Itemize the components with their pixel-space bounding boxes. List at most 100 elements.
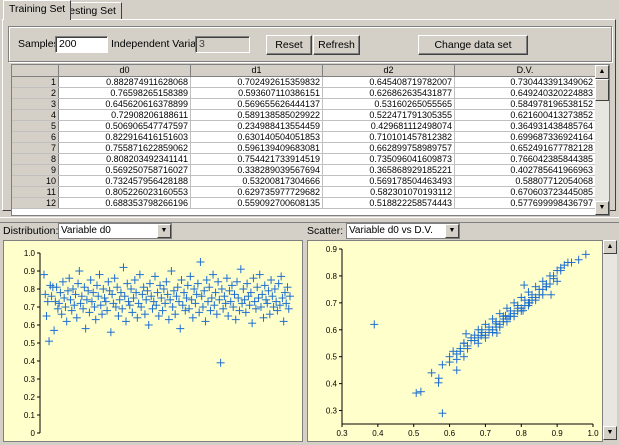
table-row[interactable]: 3 0.645620616378899 0.569655626444137 0.531… xyxy=(12,98,596,110)
table-row[interactable]: 11 0.805226023160553 0.629735977729682 0.58… xyxy=(12,186,596,198)
table-row[interactable]: 5 0.506906547747597 0.234988413554459 0.429… xyxy=(12,120,596,132)
table-row[interactable]: 7 0.755871622859062 0.596139409683081 0.662… xyxy=(12,142,596,154)
table-cell[interactable]: 0.569178504463493 xyxy=(322,175,455,187)
table-cell[interactable]: 0.58807712054068 xyxy=(454,175,596,187)
data-point xyxy=(214,277,223,286)
data-point xyxy=(92,281,101,290)
scroll-down-icon[interactable]: ▼ xyxy=(603,426,617,440)
data-point xyxy=(416,387,425,396)
data-point xyxy=(50,326,59,335)
table-cell[interactable]: 0.670603723445085 xyxy=(454,186,596,198)
table-cell[interactable]: 0.710101457812382 xyxy=(322,131,455,143)
table-cell[interactable]: 0.518822258574443 xyxy=(322,197,455,209)
table-row[interactable]: 1 0.882874911628068 0.702492615359832 0.645… xyxy=(12,76,596,88)
table-cell[interactable]: 0.72908206188611 xyxy=(58,109,191,121)
table-cell[interactable]: 0.822916416151603 xyxy=(58,131,191,143)
data-point xyxy=(56,288,65,297)
table-cell[interactable]: 0.805226023160553 xyxy=(58,186,191,198)
data-point xyxy=(113,283,122,292)
table-cell[interactable]: 0.652491677782128 xyxy=(454,142,596,154)
lower-pane-scrollbar[interactable]: ▲ ▼ xyxy=(603,240,617,440)
column-header-d1[interactable]: d1 xyxy=(190,65,323,77)
table-row[interactable]: 8 0.808203492341141 0.754421733914519 0.735… xyxy=(12,153,596,165)
table-cell[interactable]: 0.766042385844385 xyxy=(454,153,596,165)
table-cell[interactable]: 0.596139409683081 xyxy=(190,142,323,154)
table-row[interactable]: 4 0.72908206188611 0.589138585029922 0.5224… xyxy=(12,109,596,121)
tab-training-set[interactable]: Training Set xyxy=(3,0,72,20)
table-cell[interactable]: 0.808203492341141 xyxy=(58,153,191,165)
table-cell[interactable]: 0.365868929185221 xyxy=(322,164,455,176)
table-cell[interactable]: 0.506906547747597 xyxy=(58,120,191,132)
scroll-thumb[interactable] xyxy=(595,79,609,101)
change-data-set-button[interactable]: Change data set xyxy=(418,35,528,55)
table-cell[interactable]: 0.755871622859062 xyxy=(58,142,191,154)
scroll-up-icon[interactable]: ▲ xyxy=(603,240,617,254)
y-tick-label: 0.4 xyxy=(326,380,338,389)
table-cell[interactable]: 0.53160265055565 xyxy=(322,98,455,110)
table-cell[interactable]: 0.662899758989757 xyxy=(322,142,455,154)
table-cell[interactable]: 0.626862635431877 xyxy=(322,87,455,99)
table-cell[interactable]: 0.53200817304666 xyxy=(190,175,323,187)
table-cell[interactable]: 0.754421733914519 xyxy=(190,153,323,165)
chevron-down-icon[interactable]: ▼ xyxy=(445,224,459,238)
data-point xyxy=(253,283,262,292)
data-grid[interactable]: d0 d1 d2 D.V. 1 0.882874911628068 0.702492… xyxy=(11,64,610,216)
scroll-down-icon[interactable]: ▼ xyxy=(595,201,609,215)
column-header-d0[interactable]: d0 xyxy=(58,65,191,77)
y-tick-label: 0.3 xyxy=(24,375,36,384)
chevron-down-icon[interactable]: ▼ xyxy=(157,224,171,238)
table-row[interactable]: 9 0.569250758716027 0.338289039567694 0.365… xyxy=(12,164,596,176)
table-cell[interactable]: 0.577699998436797 xyxy=(454,197,596,209)
table-cell[interactable]: 0.76598265158389 xyxy=(58,87,191,99)
y-tick-label: 0.9 xyxy=(24,267,36,276)
table-cell[interactable]: 0.338289039567694 xyxy=(190,164,323,176)
table-cell[interactable]: 0.429681112498074 xyxy=(322,120,455,132)
table-cell[interactable]: 0.522471791305355 xyxy=(322,109,455,121)
data-point xyxy=(100,294,109,302)
table-cell[interactable]: 0.649240320224883 xyxy=(454,87,596,99)
distribution-chart-svg: 0 0.1 0.2 0.3 0.4 0.5 0.6 0.7 0.8 0.9 1.0 xyxy=(24,249,294,438)
data-point xyxy=(207,294,216,302)
table-row[interactable]: 6 0.822916416151603 0.630140504051853 0.710… xyxy=(12,131,596,143)
data-point xyxy=(168,303,177,311)
column-header-dv[interactable]: D.V. xyxy=(454,65,596,77)
table-cell[interactable]: 0.702492615359832 xyxy=(190,76,323,88)
table-cell[interactable]: 0.732457956428188 xyxy=(58,175,191,187)
table-cell[interactable]: 0.688353798266196 xyxy=(58,197,191,209)
reset-button[interactable]: Reset xyxy=(266,35,312,55)
table-cell[interactable]: 0.582301070193112 xyxy=(322,186,455,198)
table-row[interactable]: 12 0.688353798266196 0.559092700608135 0.51… xyxy=(12,197,596,209)
table-cell[interactable]: 0.645408719782007 xyxy=(322,76,455,88)
table-cell[interactable]: 0.234988413554459 xyxy=(190,120,323,132)
table-cell[interactable]: 0.559092700608135 xyxy=(190,197,323,209)
scatter-select[interactable]: Variable d0 vs D.V. ▼ xyxy=(346,223,460,239)
refresh-button[interactable]: Refresh xyxy=(313,35,360,55)
scroll-up-icon[interactable]: ▲ xyxy=(595,65,609,79)
table-row[interactable]: 10 0.732457956428188 0.53200817304666 0.569… xyxy=(12,175,596,187)
data-point xyxy=(260,281,269,290)
table-cell[interactable]: 0.645620616378899 xyxy=(58,98,191,110)
distribution-select[interactable]: Variable d0 ▼ xyxy=(58,223,172,239)
table-cell[interactable]: 0.402785641966963 xyxy=(454,164,596,176)
x-tick-label: 0.8 xyxy=(516,429,528,438)
samples-input[interactable]: 200 xyxy=(55,36,108,53)
table-cell[interactable]: 0.364931438485764 xyxy=(454,120,596,132)
table-row[interactable]: 2 0.76598265158389 0.593607110386151 0.6268… xyxy=(12,87,596,99)
table-cell[interactable]: 0.589138585029922 xyxy=(190,109,323,121)
data-point xyxy=(43,297,52,306)
table-cell[interactable]: 0.621600413273852 xyxy=(454,109,596,121)
table-cell[interactable]: 0.882874911628068 xyxy=(58,76,191,88)
table-cell[interactable]: 0.569250758716027 xyxy=(58,164,191,176)
data-point xyxy=(45,337,54,346)
table-cell[interactable]: 0.699687336924164 xyxy=(454,131,596,143)
table-cell[interactable]: 0.629735977729682 xyxy=(190,186,323,198)
table-cell[interactable]: 0.730443391349062 xyxy=(454,76,596,88)
grid-vertical-scrollbar[interactable]: ▲ ▼ xyxy=(595,65,609,215)
table-cell[interactable]: 0.569655626444137 xyxy=(190,98,323,110)
table-cell[interactable]: 0.593607110386151 xyxy=(190,87,323,99)
column-header-d2[interactable]: d2 xyxy=(322,65,455,77)
table-cell[interactable]: 0.584978196538152 xyxy=(454,98,596,110)
table-cell[interactable]: 0.735096041609873 xyxy=(322,153,455,165)
table-cell[interactable]: 0.630140504051853 xyxy=(190,131,323,143)
data-point xyxy=(264,286,273,295)
